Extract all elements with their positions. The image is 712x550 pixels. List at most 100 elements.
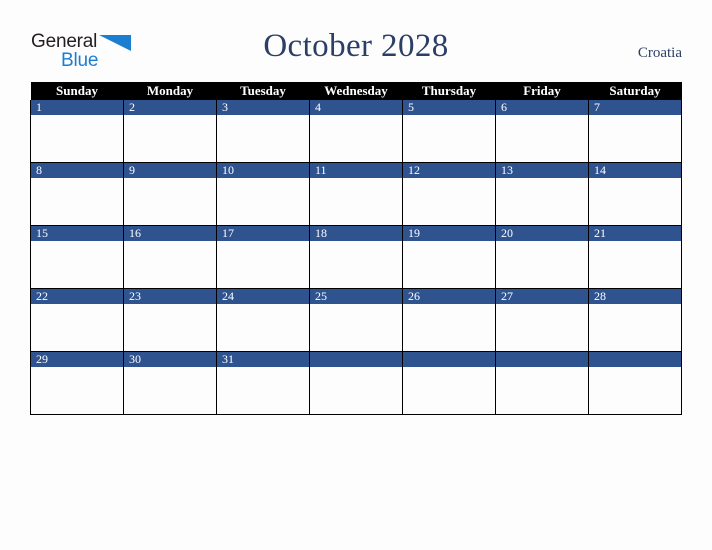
calendar-week-row: 1 2 3 4 5 6 7: [30, 100, 682, 163]
weekday-header-row: Sunday Monday Tuesday Wednesday Thursday…: [30, 82, 682, 100]
calendar-day-cell[interactable]: 1: [30, 100, 124, 163]
day-number: 15: [31, 226, 123, 241]
calendar-day-cell[interactable]: 6: [495, 100, 589, 163]
day-events: [589, 241, 681, 288]
day-events: [31, 367, 123, 414]
calendar-day-cell[interactable]: 7: [588, 100, 682, 163]
day-events: [124, 115, 216, 162]
calendar-day-cell[interactable]: 5: [402, 100, 496, 163]
calendar-header-row: Sunday Monday Tuesday Wednesday Thursday…: [30, 82, 682, 100]
day-number: [496, 352, 588, 367]
calendar-day-cell[interactable]: 8: [30, 162, 124, 226]
calendar-day-cell[interactable]: 28: [588, 288, 682, 352]
day-events: [31, 241, 123, 288]
weekday-header-tuesday: Tuesday: [216, 82, 310, 100]
day-number: 29: [31, 352, 123, 367]
calendar-day-cell[interactable]: [309, 351, 403, 415]
day-events: [589, 367, 681, 414]
day-number: 9: [124, 163, 216, 178]
calendar-day-cell[interactable]: 9: [123, 162, 217, 226]
calendar-day-cell[interactable]: 30: [123, 351, 217, 415]
day-events: [496, 367, 588, 414]
day-events: [310, 115, 402, 162]
day-events: [217, 367, 309, 414]
day-number: [403, 352, 495, 367]
calendar-day-cell[interactable]: 27: [495, 288, 589, 352]
day-number: 6: [496, 100, 588, 115]
weekday-header-sunday: Sunday: [30, 82, 124, 100]
day-number: 12: [403, 163, 495, 178]
day-number: 3: [217, 100, 309, 115]
day-events: [403, 367, 495, 414]
day-number: 30: [124, 352, 216, 367]
day-number: 26: [403, 289, 495, 304]
day-events: [589, 115, 681, 162]
calendar-week-row: 29 30 31: [30, 351, 682, 415]
calendar-day-cell[interactable]: 13: [495, 162, 589, 226]
calendar-day-cell[interactable]: 3: [216, 100, 310, 163]
day-events: [124, 367, 216, 414]
day-events: [31, 178, 123, 225]
day-number: 18: [310, 226, 402, 241]
day-number: 27: [496, 289, 588, 304]
calendar-day-cell[interactable]: 20: [495, 225, 589, 289]
day-number: 24: [217, 289, 309, 304]
calendar-day-cell[interactable]: 15: [30, 225, 124, 289]
page-title: October 2028: [263, 28, 449, 64]
calendar-page: General Blue October 2028 Croatia Sunday…: [0, 0, 712, 550]
day-events: [217, 178, 309, 225]
day-number: 11: [310, 163, 402, 178]
calendar-day-cell[interactable]: 31: [216, 351, 310, 415]
calendar-day-cell[interactable]: 25: [309, 288, 403, 352]
calendar-day-cell[interactable]: 18: [309, 225, 403, 289]
day-events: [589, 178, 681, 225]
day-number: 22: [31, 289, 123, 304]
day-number: 5: [403, 100, 495, 115]
day-events: [310, 367, 402, 414]
day-events: [496, 241, 588, 288]
day-events: [403, 178, 495, 225]
day-events: [496, 178, 588, 225]
day-number: 19: [403, 226, 495, 241]
weekday-header-thursday: Thursday: [402, 82, 496, 100]
calendar-day-cell[interactable]: [402, 351, 496, 415]
calendar-day-cell[interactable]: 10: [216, 162, 310, 226]
calendar-day-cell[interactable]: 29: [30, 351, 124, 415]
calendar-day-cell[interactable]: [588, 351, 682, 415]
calendar-day-cell[interactable]: 22: [30, 288, 124, 352]
calendar-day-cell[interactable]: [495, 351, 589, 415]
weekday-header-monday: Monday: [123, 82, 217, 100]
calendar-day-cell[interactable]: 12: [402, 162, 496, 226]
weekday-header-saturday: Saturday: [588, 82, 682, 100]
calendar-day-cell[interactable]: 24: [216, 288, 310, 352]
day-events: [124, 178, 216, 225]
day-number: [310, 352, 402, 367]
calendar-day-cell[interactable]: 23: [123, 288, 217, 352]
calendar-week-row: 22 23 24 25 26 27 28: [30, 288, 682, 352]
calendar-day-cell[interactable]: 4: [309, 100, 403, 163]
day-events: [496, 304, 588, 351]
day-events: [403, 304, 495, 351]
calendar-day-cell[interactable]: 19: [402, 225, 496, 289]
day-events: [310, 304, 402, 351]
calendar-day-cell[interactable]: 17: [216, 225, 310, 289]
day-events: [310, 241, 402, 288]
calendar-day-cell[interactable]: 11: [309, 162, 403, 226]
day-events: [124, 241, 216, 288]
day-events: [403, 241, 495, 288]
calendar-day-cell[interactable]: 2: [123, 100, 217, 163]
calendar-day-cell[interactable]: 14: [588, 162, 682, 226]
day-events: [589, 304, 681, 351]
day-number: 17: [217, 226, 309, 241]
calendar-day-cell[interactable]: 16: [123, 225, 217, 289]
day-number: 14: [589, 163, 681, 178]
day-number: 31: [217, 352, 309, 367]
day-number: 7: [589, 100, 681, 115]
calendar-day-cell[interactable]: 26: [402, 288, 496, 352]
day-number: 28: [589, 289, 681, 304]
day-events: [31, 115, 123, 162]
calendar-day-cell[interactable]: 21: [588, 225, 682, 289]
day-events: [124, 304, 216, 351]
day-events: [217, 304, 309, 351]
day-number: 20: [496, 226, 588, 241]
